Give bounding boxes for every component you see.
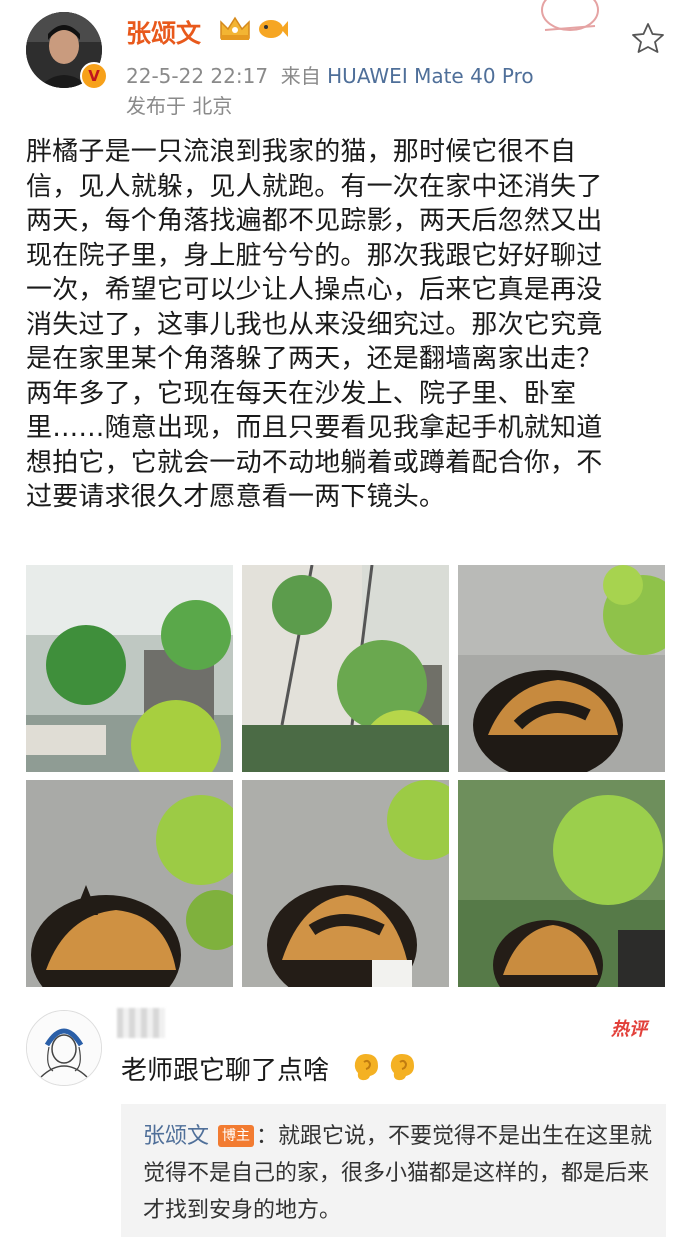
- ear-icon: [354, 1054, 378, 1081]
- post-location: 发布于 北京: [126, 94, 233, 118]
- photo-garden-plants[interactable]: [26, 565, 233, 772]
- post-date: 22-5-22 22:17: [126, 64, 269, 88]
- device-link[interactable]: HUAWEI Mate 40 Pro: [327, 64, 533, 88]
- host-badge: 博主: [218, 1125, 255, 1147]
- author-name[interactable]: 张颂文: [126, 14, 201, 50]
- author-reply[interactable]: 张颂文 博主 ：就跟它说，不要觉得不是出生在这里就觉得不是自己的家，很多小猫都是这…: [121, 1104, 666, 1237]
- photo-cat-head-1[interactable]: [458, 565, 665, 772]
- fish-icon: [259, 20, 288, 38]
- photo-cat-head-4[interactable]: [458, 780, 665, 987]
- reply-text-block: 张颂文 博主 ：就跟它说，不要觉得不是出生在这里就觉得不是自己的家，很多小猫都是这…: [143, 1118, 653, 1229]
- crown-icon: [220, 16, 250, 40]
- post-text: 胖橘子是一只流浪到我家的猫，那时候它很不自 信，见人就躲，见人就跑。有一次在家中…: [26, 137, 603, 512]
- photo-cat-head-3[interactable]: [242, 780, 449, 987]
- star-icon[interactable]: [631, 22, 665, 54]
- comment-text: 老师跟它聊了点啥: [121, 1056, 330, 1086]
- stamp-icon: [541, 0, 599, 31]
- photo-cat-head-2[interactable]: [26, 780, 233, 987]
- hot-comment-badge: 热评: [611, 1019, 647, 1040]
- source-prefix: 来自: [280, 64, 321, 88]
- commenter-name-blurred[interactable]: [117, 1008, 165, 1038]
- ear-icon: [390, 1054, 414, 1081]
- photo-garden-shelves[interactable]: [242, 565, 449, 772]
- reply-author[interactable]: 张颂文: [143, 1124, 209, 1149]
- commenter-avatar[interactable]: [26, 1010, 102, 1086]
- post-meta: 22-5-22 22:17 来自 HUAWEI Mate 40 Pro: [126, 60, 534, 89]
- verified-badge: V: [80, 62, 108, 90]
